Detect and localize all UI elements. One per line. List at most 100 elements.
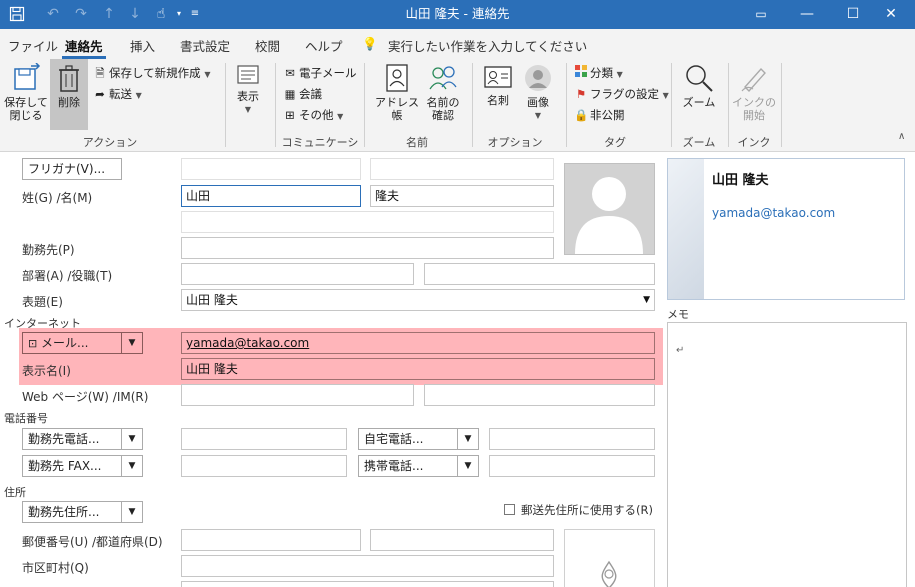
department-field[interactable]	[181, 263, 414, 285]
card-accent	[668, 159, 704, 299]
job-title-field[interactable]	[424, 263, 655, 285]
email-type-button[interactable]: ⊡ メール...	[22, 332, 122, 354]
phone3-field[interactable]	[181, 455, 347, 477]
check-names-button[interactable]: 名前の 確認	[422, 63, 464, 122]
meeting-button[interactable]: ▦ 会議	[283, 86, 322, 102]
show-icon	[237, 65, 259, 84]
phone-section-label: 電話番号	[4, 412, 48, 425]
web-page-field[interactable]	[181, 384, 414, 406]
phone2-dropdown[interactable]: ▼	[457, 428, 479, 450]
notes-label: メモ	[667, 308, 689, 321]
phone1-field[interactable]	[181, 428, 347, 450]
show-button[interactable]: 表示 ▼	[230, 63, 266, 116]
phone2-field[interactable]	[489, 428, 655, 450]
furigana-button[interactable]: フリガナ(V)...	[22, 158, 122, 180]
last-name-field[interactable]: 山田	[181, 185, 361, 207]
chevron-down-icon: ▼	[534, 111, 542, 120]
phone3-dropdown[interactable]: ▼	[121, 455, 143, 477]
phone4-field[interactable]	[489, 455, 655, 477]
magnifier-icon	[686, 65, 713, 92]
separator	[566, 63, 567, 147]
mailing-address-checkbox[interactable]	[504, 504, 515, 515]
city-field[interactable]	[181, 555, 554, 577]
address-book-icon	[386, 64, 408, 92]
separator	[671, 63, 672, 147]
phone4-type-button[interactable]: 携帯電話...	[358, 455, 458, 477]
tab-review[interactable]: 校閲	[255, 36, 280, 55]
phone1-type-button[interactable]: 勤務先電話...	[22, 428, 122, 450]
phone2-type-button[interactable]: 自宅電話...	[358, 428, 458, 450]
tab-help[interactable]: ヘルプ	[305, 36, 343, 55]
lightbulb-icon: 💡	[362, 36, 378, 51]
tab-format[interactable]: 書式設定	[180, 36, 230, 55]
picture-label: 画像	[527, 96, 549, 109]
minimize-button[interactable]: —	[784, 0, 830, 28]
tell-me-box[interactable]: 実行したい作業を入力してください	[388, 36, 587, 55]
email-field[interactable]: yamada@takao.com	[181, 332, 655, 354]
contact-photo[interactable]	[564, 163, 655, 255]
separator	[225, 63, 226, 147]
save-new-icon: 🗎	[95, 66, 105, 80]
business-card-icon	[484, 66, 512, 88]
group-ink-label: インク	[737, 136, 771, 149]
business-card-preview[interactable]: 山田 隆夫 yamada@takao.com	[667, 158, 905, 300]
street-field[interactable]	[181, 581, 554, 587]
web-page-label: Web ページ(W) /IM(R)	[22, 390, 149, 404]
phone1-dropdown[interactable]: ▼	[121, 428, 143, 450]
categorize-button[interactable]: 分類 ▼	[574, 65, 623, 81]
ink-start-button[interactable]: インクの 開始	[732, 63, 776, 122]
zip-label: 郵便番号(U) /都道府県(D)	[22, 535, 163, 549]
ribbon-tabs: ファイル 連絡先 挿入 書式設定 校閲 ヘルプ 💡 実行したい作業を入力してくだ…	[0, 29, 915, 59]
ribbon-display-icon[interactable]: ▭	[738, 0, 784, 28]
private-button[interactable]: 🔒 非公開	[574, 107, 625, 123]
forward-icon: ➦	[95, 87, 105, 101]
person-silhouette-icon	[575, 177, 643, 254]
separator	[472, 63, 473, 147]
internet-section-label: インターネット	[4, 317, 81, 330]
save-new-button[interactable]: 🗎 保存して新規作成 ▼	[93, 65, 210, 85]
collapse-ribbon-icon[interactable]: ∧	[898, 131, 905, 142]
first-name-field[interactable]: 隆夫	[370, 185, 554, 207]
zoom-button[interactable]: ズーム	[676, 63, 722, 109]
delete-button[interactable]: 削除	[50, 59, 88, 130]
im-address-field[interactable]	[424, 384, 655, 406]
follow-up-button[interactable]: ⚑ フラグの設定 ▼	[574, 86, 669, 102]
company-field[interactable]	[181, 237, 554, 259]
save-close-button[interactable]: 保存して 閉じる	[4, 62, 48, 122]
map-box[interactable]	[564, 529, 655, 587]
email-type-dropdown[interactable]: ▼	[121, 332, 143, 354]
display-name-field[interactable]: 山田 隆夫	[181, 358, 655, 380]
contact-card-icon: ⊡	[28, 337, 38, 350]
card-email: yamada@takao.com	[712, 206, 836, 220]
city-label: 市区町村(Q)	[22, 561, 89, 575]
business-card-button[interactable]: 名刺	[478, 63, 518, 107]
save-close-icon	[14, 62, 41, 90]
tab-insert[interactable]: 挿入	[130, 36, 155, 55]
delete-label: 削除	[58, 96, 80, 109]
email-button[interactable]: ✉ 電子メール	[283, 65, 356, 81]
chevron-down-icon: ▼	[244, 105, 252, 114]
other-button[interactable]: ⊞ その他 ▼	[283, 107, 343, 123]
middle-name-field[interactable]	[181, 211, 554, 233]
phone4-dropdown[interactable]: ▼	[457, 455, 479, 477]
file-as-field[interactable]: 山田 隆夫 ▼	[181, 289, 655, 311]
close-button[interactable]: ✕	[868, 0, 914, 28]
zip-field[interactable]	[181, 529, 361, 551]
furigana-first-field[interactable]	[370, 158, 554, 180]
tab-file[interactable]: ファイル	[8, 36, 58, 55]
prefecture-field[interactable]	[370, 529, 554, 551]
separator	[364, 63, 365, 147]
forward-button[interactable]: ➦ 転送 ▼	[93, 86, 142, 102]
notes-field[interactable]: ↵	[667, 322, 907, 587]
picture-button[interactable]: 画像 ▼	[520, 63, 556, 122]
tab-contact[interactable]: 連絡先	[65, 36, 103, 55]
address-type-dropdown[interactable]: ▼	[121, 501, 143, 523]
furigana-last-field[interactable]	[181, 158, 361, 180]
flag-icon: ⚑	[575, 87, 587, 101]
address-book-button[interactable]: アドレス帳	[370, 63, 424, 122]
phone3-type-button[interactable]: 勤務先 FAX...	[22, 455, 122, 477]
mailing-address-label: 郵送先住所に使用する(R)	[521, 503, 653, 517]
address-book-label: アドレス帳	[375, 96, 419, 122]
envelope-icon: ✉	[285, 66, 295, 80]
address-type-button[interactable]: 勤務先住所...	[22, 501, 122, 523]
